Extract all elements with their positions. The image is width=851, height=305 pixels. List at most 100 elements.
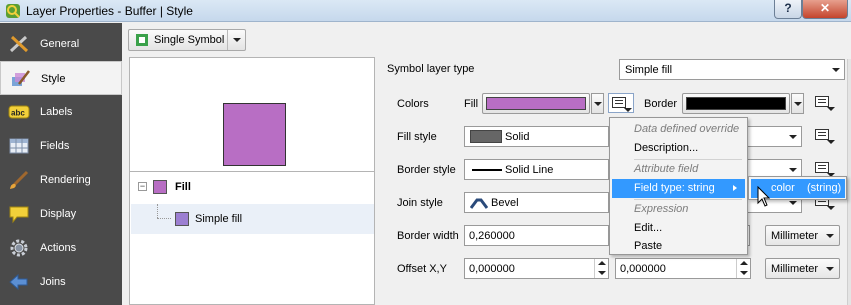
border-style-sample (472, 169, 502, 171)
sidebar-item-label: Actions (40, 242, 77, 254)
fill-color-button[interactable] (482, 93, 590, 114)
tree-connector (157, 204, 158, 218)
border-width-value: 0,260000 (469, 230, 515, 242)
window-title: Layer Properties - Buffer | Style (26, 4, 193, 18)
paintbrush-icon (12, 70, 30, 86)
data-defined-context-menu: Data defined override Description... Att… (609, 117, 748, 255)
offset-y-value: 0,000000 (620, 263, 666, 275)
speech-bubble-icon (9, 206, 29, 224)
join-style-label: Join style (397, 197, 443, 209)
table-icon (9, 138, 29, 154)
sidebar-item-actions[interactable]: Actions (0, 231, 122, 265)
wrench-icon (9, 35, 29, 53)
sidebar-item-labels[interactable]: abc Labels (0, 95, 122, 129)
fill-color-menu-button[interactable] (591, 93, 604, 114)
close-button[interactable]: ✕ (802, 0, 848, 19)
help-button[interactable]: ? (774, 0, 802, 19)
symbol-layer-type-select[interactable]: Simple fill (619, 59, 845, 80)
symbol-preview (129, 57, 375, 185)
data-defined-icon (815, 129, 829, 140)
border-width-unit-value: Millimeter (771, 230, 819, 242)
offset-unit-value: Millimeter (771, 263, 819, 275)
chevron-down-icon (828, 60, 844, 79)
sidebar-item-fields[interactable]: Fields (0, 129, 122, 163)
qgis-logo-icon (6, 4, 20, 18)
fill-style-select-tail[interactable] (747, 126, 802, 147)
renderer-type-label: Single Symbol (154, 34, 225, 46)
border-width-unit-select[interactable]: Millimeter (765, 225, 840, 246)
border-data-defined-button[interactable] (812, 93, 838, 113)
border-style-value: Solid Line (505, 164, 554, 176)
sidebar-item-label: Joins (40, 276, 66, 288)
border-color-swatch (686, 97, 786, 110)
sidebar-item-display[interactable]: Display (0, 197, 122, 231)
data-defined-icon (815, 162, 829, 173)
symbol-preview-swatch (223, 103, 286, 166)
menu-item-field-type[interactable]: Field type: string (612, 179, 745, 198)
chevron-down-icon[interactable] (227, 30, 245, 50)
border-style-label: Border style (397, 164, 456, 176)
border-width-label: Border width (397, 230, 459, 242)
offset-x-input[interactable]: 0,000000 (464, 258, 609, 279)
offset-label: Offset X,Y (397, 263, 447, 275)
fill-color-swatch (486, 97, 586, 110)
offset-x-value: 0,000000 (469, 263, 515, 275)
sidebar-item-joins[interactable]: Joins (0, 265, 122, 299)
brush-icon (10, 170, 29, 189)
collapse-toggle-icon[interactable]: − (138, 182, 147, 191)
scrollbar[interactable] (847, 59, 851, 305)
border-width-input[interactable]: 0,260000 (464, 225, 609, 246)
data-defined-icon (815, 96, 829, 107)
fill-label: Fill (464, 98, 479, 110)
tree-item-fill[interactable]: − Fill (131, 172, 374, 202)
title-bar: Layer Properties - Buffer | Style ? ✕ (0, 0, 851, 22)
fill-style-select[interactable]: Solid (464, 126, 609, 147)
fill-swatch (153, 180, 167, 194)
fill-style-value: Solid (505, 131, 530, 143)
menu-item-label: Field type: string (634, 182, 715, 194)
symbol-layer-type-label: Symbol layer type (387, 63, 475, 75)
sidebar-item-label: Display (40, 208, 77, 220)
menu-header-data-defined: Data defined override (634, 123, 740, 135)
fill-style-label: Fill style (397, 131, 437, 143)
renderer-type-button[interactable]: Single Symbol (128, 29, 246, 51)
svg-text:abc: abc (11, 109, 25, 118)
sidebar-item-label: Fields (40, 140, 70, 152)
fill-style-sample (470, 130, 502, 143)
sidebar-item-label: Labels (40, 106, 73, 118)
sidebar-item-label: Style (41, 73, 66, 85)
mouse-cursor-icon (757, 186, 771, 207)
fill-data-defined-button[interactable] (608, 93, 634, 113)
sidebar-item-general[interactable]: General (0, 27, 122, 61)
menu-header-expression: Expression (634, 203, 689, 215)
simple-fill-swatch (175, 212, 189, 226)
symbol-layer-tree: − Fill Simple fill (129, 171, 375, 305)
bevel-join-icon (470, 198, 488, 209)
border-color-button[interactable] (682, 93, 790, 114)
abc-label-icon: abc (8, 105, 30, 119)
chevron-down-icon (785, 127, 801, 146)
fill-style-data-defined-button[interactable] (812, 126, 838, 146)
menu-item-paste[interactable]: Paste (612, 237, 745, 256)
border-color-menu-button[interactable] (791, 93, 804, 114)
menu-item-edit[interactable]: Edit... (612, 219, 745, 238)
border-style-select[interactable]: Solid Line (464, 159, 609, 180)
sidebar-item-rendering[interactable]: Rendering (0, 163, 122, 197)
menu-item-description[interactable]: Description... (612, 139, 745, 158)
join-arrow-icon (9, 273, 28, 291)
sidebar-item-label: Rendering (40, 174, 91, 186)
field-type: (string) (807, 182, 842, 194)
tree-connector (157, 218, 171, 219)
data-defined-icon (612, 97, 626, 108)
sidebar-item-style[interactable]: Style (0, 61, 122, 95)
join-style-select[interactable]: Bevel (464, 192, 609, 213)
join-style-value: Bevel (491, 197, 519, 209)
offset-unit-select[interactable]: Millimeter (765, 258, 840, 279)
sidebar-item-label: General (40, 38, 80, 50)
submenu-arrow-icon (733, 185, 737, 191)
colors-label: Colors (397, 98, 429, 110)
tree-item-simple-fill[interactable]: Simple fill (131, 204, 374, 234)
offset-y-input[interactable]: 0,000000 (615, 258, 751, 279)
gear-icon (10, 239, 28, 257)
single-symbol-icon (136, 34, 148, 46)
